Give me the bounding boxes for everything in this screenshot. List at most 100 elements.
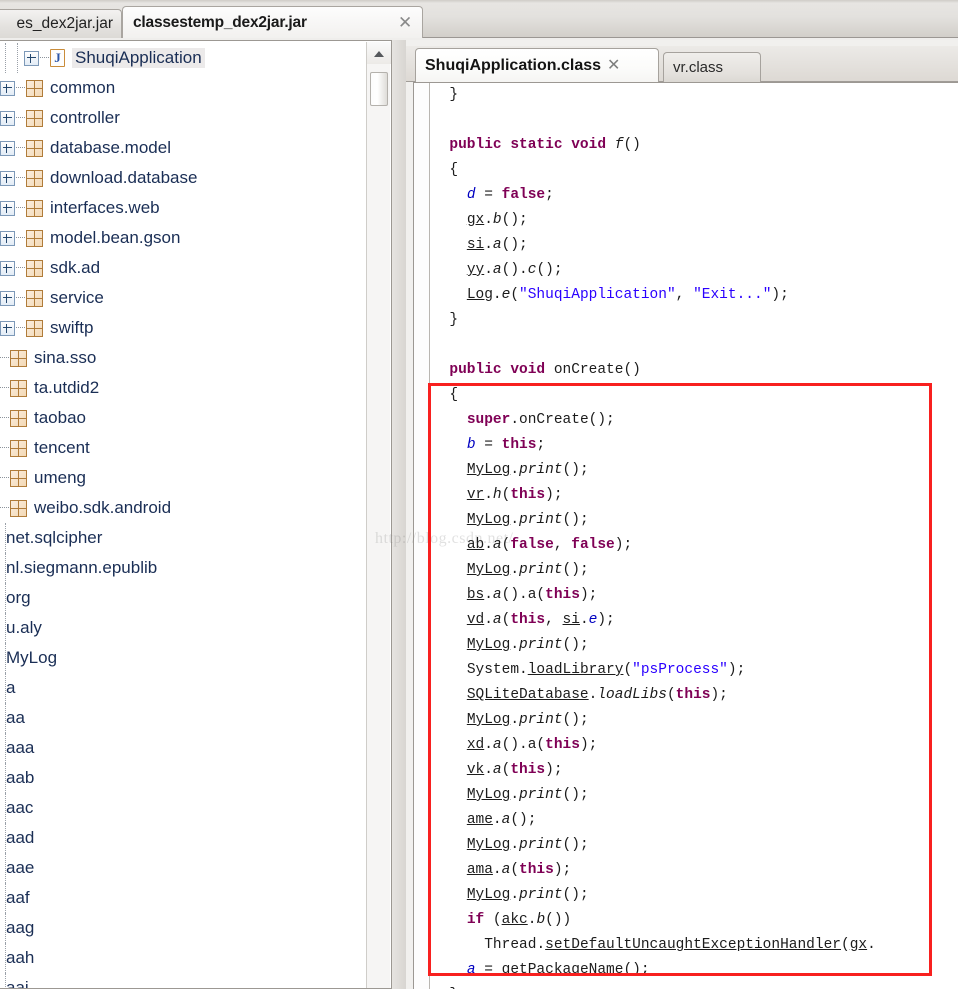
tree-item-controller[interactable]: controller (0, 103, 366, 133)
tree-item-taobao[interactable]: taobao (0, 403, 366, 433)
code-link[interactable]: MyLog (467, 637, 511, 653)
code-link[interactable]: loadLibrary (528, 662, 624, 678)
tree-item-net-sqlcipher[interactable]: net.sqlcipher (0, 523, 366, 553)
code-link[interactable]: gx (850, 937, 867, 953)
tree-item-weibo-sdk-android[interactable]: weibo.sdk.android (0, 493, 366, 523)
close-icon[interactable]: ✕ (607, 57, 620, 74)
tree-item-sdk-ad[interactable]: sdk.ad (0, 253, 366, 283)
scrollbar-thumb[interactable] (370, 72, 388, 106)
tree-item-model-bean-gson[interactable]: model.bean.gson (0, 223, 366, 253)
tree-item-aai[interactable]: aai (0, 973, 366, 988)
tree-item-nl-siegmann-epublib[interactable]: nl.siegmann.epublib (0, 553, 366, 583)
package-icon (10, 349, 27, 367)
code-link[interactable]: setDefaultUncaughtExceptionHandler (545, 937, 841, 953)
code-token: this (501, 437, 537, 453)
tree-guide (0, 583, 6, 613)
package-icon (10, 439, 27, 457)
tree-item-aah[interactable]: aah (0, 943, 366, 973)
code-link[interactable]: ame (467, 812, 493, 828)
tree-item-mylog[interactable]: MyLog (0, 643, 366, 673)
editor-tab-vr[interactable]: vr.class (663, 52, 761, 82)
expand-toggle-icon[interactable] (0, 230, 15, 246)
expand-toggle-icon[interactable] (0, 170, 15, 186)
code-link[interactable]: akc (502, 912, 528, 928)
code-link[interactable]: si (563, 612, 580, 628)
code-link[interactable]: getPackageName (502, 962, 624, 978)
code-token: (); (536, 262, 563, 278)
tree-item-ta-utdid2[interactable]: ta.utdid2 (0, 373, 366, 403)
tree-item-aaa[interactable]: aaa (0, 733, 366, 763)
tree-item-aae[interactable]: aae (0, 853, 366, 883)
expand-toggle-icon[interactable] (0, 200, 15, 216)
tree-item-label: aag (6, 918, 35, 937)
tree-item-aac[interactable]: aac (0, 793, 366, 823)
tree-item-interfaces-web[interactable]: interfaces.web (0, 193, 366, 223)
code-token: onCreate (553, 362, 624, 378)
package-tree[interactable]: J ShuqiApplication common controller databas… (0, 41, 366, 988)
code-token: . (492, 812, 502, 828)
tree-item-aag[interactable]: aag (0, 913, 366, 943)
tree-item-aa[interactable]: aa (0, 703, 366, 733)
code-link[interactable]: MyLog (467, 787, 511, 803)
code-token: (); (562, 887, 589, 903)
code-token: this (675, 687, 711, 703)
code-link[interactable]: vd (467, 612, 484, 628)
code-link[interactable]: bs (467, 587, 484, 603)
tree-item-a[interactable]: a (0, 673, 366, 703)
tree-item-database-model[interactable]: database.model (0, 133, 366, 163)
pane-splitter[interactable] (392, 40, 406, 989)
tree-item-sina-sso[interactable]: sina.sso (0, 343, 366, 373)
expand-toggle-icon[interactable] (0, 110, 15, 126)
code-token: . (484, 587, 493, 603)
code-link[interactable]: vr (467, 487, 484, 503)
code-link[interactable]: gx (467, 212, 484, 228)
close-icon[interactable]: ✕ (398, 14, 412, 31)
tree-item-swiftp[interactable]: swiftp (0, 313, 366, 343)
code-link[interactable]: xd (467, 737, 484, 753)
tree-item-shuqiapplication[interactable]: J ShuqiApplication (0, 43, 366, 73)
code-link[interactable]: ama (467, 862, 493, 878)
window-tab-active[interactable]: classestemp_dex2jar.jar ✕ (122, 6, 423, 38)
code-link[interactable]: MyLog (467, 887, 511, 903)
tree-item-download-database[interactable]: download.database (0, 163, 366, 193)
tree-item-u-aly[interactable]: u.aly (0, 613, 366, 643)
package-icon (26, 199, 43, 217)
tree-item-aab[interactable]: aab (0, 763, 366, 793)
editor-tab-shuqiapplication[interactable]: ShuqiApplication.class ✕ (415, 48, 659, 82)
tree-item-org[interactable]: org (0, 583, 366, 613)
tree-item-tencent[interactable]: tencent (0, 433, 366, 463)
tree-item-label: aad (6, 828, 35, 847)
code-token: ); (614, 537, 633, 553)
window-tab-inactive[interactable]: es_dex2jar.jar (0, 9, 122, 38)
expand-toggle-icon[interactable] (24, 50, 39, 66)
expand-toggle-icon[interactable] (0, 290, 15, 306)
tree-item-label: controller (50, 108, 120, 127)
expand-toggle-icon[interactable] (0, 260, 15, 276)
code-link[interactable]: SQLiteDatabase (467, 687, 589, 703)
package-icon (26, 79, 43, 97)
tree-item-service[interactable]: service (0, 283, 366, 313)
tree-item-common[interactable]: common (0, 73, 366, 103)
code-link[interactable]: yy (467, 262, 484, 278)
code-link[interactable]: MyLog (467, 712, 511, 728)
code-link[interactable]: MyLog (467, 512, 511, 528)
code-line: MyLog.print(); (432, 708, 958, 733)
tree-item-aaf[interactable]: aaf (0, 883, 366, 913)
code-link[interactable]: MyLog (467, 462, 511, 478)
code-link[interactable]: vk (467, 762, 484, 778)
code-line: Log.e("ShuqiApplication", "Exit..."); (432, 283, 958, 308)
code-link[interactable]: MyLog (467, 837, 511, 853)
tree-item-umeng[interactable]: umeng (0, 463, 366, 493)
expand-toggle-icon[interactable] (0, 320, 15, 336)
code-link[interactable]: MyLog (467, 562, 511, 578)
code-link[interactable]: Log (467, 287, 493, 303)
expand-toggle-icon[interactable] (0, 80, 15, 96)
scroll-up-arrow-icon[interactable] (367, 42, 391, 64)
expand-toggle-icon[interactable] (0, 140, 15, 156)
tree-item-aad[interactable]: aad (0, 823, 366, 853)
scrollbar-track[interactable] (367, 64, 390, 988)
tree-vertical-scrollbar[interactable] (366, 42, 391, 988)
code-link[interactable]: si (467, 237, 484, 253)
